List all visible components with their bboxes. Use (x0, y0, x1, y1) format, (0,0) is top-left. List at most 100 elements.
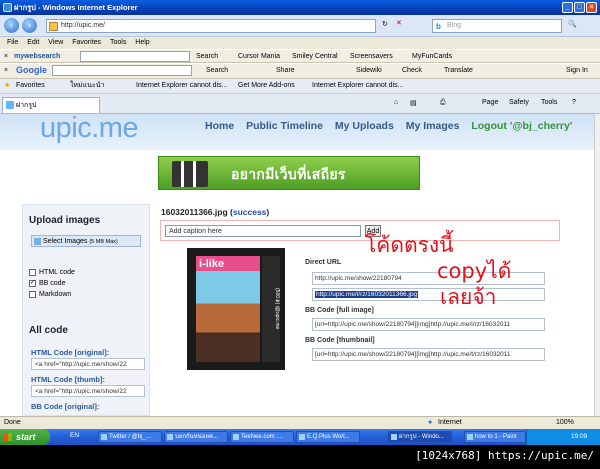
clock[interactable]: 19:09 (571, 433, 587, 440)
uploaded-image-thumbnail[interactable]: i-like (500 ฿) i@upic.me (187, 248, 285, 370)
home-icon[interactable]: ⌂ (394, 99, 398, 106)
google-check-button[interactable]: Check (402, 64, 422, 77)
option-label: BB code (39, 280, 66, 287)
option-label: HTML code (39, 269, 75, 276)
bb-code-checkbox[interactable]: ✓ (29, 280, 36, 287)
menu-file[interactable]: File (7, 39, 18, 46)
upload-status: success (232, 207, 267, 217)
nav-my-images[interactable]: My Images (406, 120, 460, 132)
nav-public-timeline[interactable]: Public Timeline (246, 120, 323, 132)
back-button[interactable]: ‹ (4, 18, 19, 33)
page-scrollbar[interactable] (594, 114, 600, 416)
status-bar: Done ● Internet 100% (0, 416, 600, 429)
magazine-spine-text: (500 ฿) i@upic.me (262, 256, 280, 362)
site-logo[interactable]: upic.me (40, 114, 139, 145)
annotation-line-3: เลยจ้า (440, 285, 497, 309)
task-upic-ie[interactable]: ฝากรูป - Windo... (388, 431, 452, 443)
task-label: ฝากรูป - Windo... (399, 434, 444, 440)
bb-thumb-field[interactable]: [url=http://upic.me/show/22180794][img]h… (312, 348, 545, 361)
html-thumb-field[interactable]: <a href="http://upic.me/show/22 (31, 385, 145, 397)
favorite-item-new[interactable]: ใหม่แนะนำ (70, 79, 104, 93)
address-url: http://upic.me/ (61, 22, 105, 29)
google-translate-button[interactable]: Translate (444, 64, 473, 77)
menu-favorites[interactable]: Favorites (72, 39, 101, 46)
search-input[interactable]: b Bing (432, 19, 562, 33)
zoom-level[interactable]: 100% (556, 417, 574, 429)
menu-tools[interactable]: Tools (110, 39, 126, 46)
select-images-button[interactable]: Select Images (5 MB Max) (31, 235, 141, 247)
banner-text: อยากมีเว็บที่เสถียร (231, 166, 346, 182)
task-icon (391, 434, 397, 440)
start-button[interactable]: start (0, 429, 50, 445)
stop-icon[interactable]: ✕ (396, 19, 402, 27)
menu-help[interactable]: Help (135, 39, 149, 46)
search-go-icon[interactable]: 🔍 (568, 20, 577, 28)
safety-menu[interactable]: Safety (509, 99, 529, 106)
address-input[interactable]: http://upic.me/ (46, 19, 376, 33)
close-toolbar-icon[interactable]: × (4, 50, 8, 63)
toolbar-item-screensavers[interactable]: Screensavers (350, 50, 393, 63)
google-share-button[interactable]: Share (276, 64, 295, 77)
html-original-field[interactable]: <a href="http://upic.me/show/22 (31, 358, 145, 370)
task-eq-plus[interactable]: E.Q.Plus Worl... (296, 431, 360, 443)
toolbar-item-myfuncards[interactable]: MyFunCards (412, 50, 452, 63)
maximize-button[interactable]: □ (574, 2, 585, 13)
markdown-checkbox[interactable] (29, 291, 36, 298)
favorites-button[interactable]: Favorites (16, 79, 45, 93)
favorite-item-ie-cannot-1[interactable]: Internet Explorer cannot dis... (136, 79, 227, 93)
page-menu[interactable]: Page (482, 99, 498, 106)
start-label: start (16, 432, 36, 442)
menu-view[interactable]: View (48, 39, 63, 46)
bb-full-field[interactable]: [url=http://upic.me/show/22180794][img]h… (312, 318, 545, 331)
google-sidewiki-button[interactable]: Sidewiki (356, 64, 382, 77)
toolbar-item-smiley-central[interactable]: Smiley Central (292, 50, 338, 63)
option-html-code[interactable]: HTML code (29, 268, 75, 277)
address-bar-row: ‹ › http://upic.me/ ↻ ✕ b Bing 🔍 (0, 15, 600, 37)
print-icon[interactable]: ⎙ (440, 99, 446, 107)
google-search-input[interactable] (52, 65, 192, 76)
refresh-icon[interactable]: ↻ (382, 20, 388, 28)
task-label: E.Q.Plus Worl... (307, 434, 350, 440)
minimize-button[interactable]: _ (562, 2, 573, 13)
nav-my-uploads[interactable]: My Uploads (335, 120, 394, 132)
caption-input[interactable]: Add caption here (165, 225, 361, 237)
taskbar: start EN Twitter / @bj_... บอกกันหน่อยค.… (0, 429, 600, 445)
ad-banner[interactable]: อยากมีเว็บที่เสถียร (158, 156, 420, 190)
status-text: Done (4, 419, 21, 426)
menu-edit[interactable]: Edit (27, 39, 39, 46)
upload-title: Upload images (29, 215, 101, 226)
google-signin-button[interactable]: Sign In (566, 64, 588, 77)
mywebsearch-search-button[interactable]: Search (196, 50, 218, 63)
option-bb-code[interactable]: ✓ BB code (29, 279, 65, 288)
direct-url-field-2[interactable]: http://upic.me/i/rz/16032011366.jpg (312, 288, 545, 301)
nav-logout[interactable]: Logout '@bj_cherry' (471, 120, 572, 132)
favorite-item-addons[interactable]: Get More Add-ons (238, 79, 295, 93)
tools-menu[interactable]: Tools (541, 99, 557, 106)
system-tray: 19:09 (526, 429, 600, 445)
option-markdown[interactable]: Markdown (29, 290, 71, 299)
close-toolbar-icon[interactable]: × (4, 64, 8, 77)
globe-icon: ● (428, 419, 433, 426)
all-code-title: All code (29, 325, 68, 336)
close-button[interactable]: × (586, 2, 597, 13)
feeds-icon[interactable]: ▤ (410, 99, 417, 107)
mywebsearch-logo: mywebsearch (14, 53, 61, 60)
forward-button[interactable]: › (22, 18, 37, 33)
mywebsearch-input[interactable] (80, 51, 190, 62)
toolbar-item-cursor-mania[interactable]: Cursor Mania (238, 50, 280, 63)
nav-home[interactable]: Home (205, 120, 234, 132)
magazine-cover (196, 256, 260, 362)
task-paint[interactable]: how to 1 - Paint (464, 431, 526, 443)
google-search-button[interactable]: Search (206, 64, 228, 77)
help-icon[interactable]: ? (572, 99, 576, 106)
task-thai-site[interactable]: บอกกันหน่อยค... (164, 431, 228, 443)
tab-upic[interactable]: ฝากรูป (2, 97, 100, 113)
task-twitter[interactable]: Twitter / @bj_... (98, 431, 162, 443)
favorite-item-ie-cannot-2[interactable]: Internet Explorer cannot dis... (312, 79, 403, 93)
language-indicator[interactable]: EN (70, 432, 79, 439)
task-icon (101, 434, 107, 440)
task-icon (467, 434, 473, 440)
task-teenee[interactable]: TeeNee.com :... (230, 431, 294, 443)
images-icon (34, 238, 41, 245)
html-code-checkbox[interactable] (29, 269, 36, 276)
